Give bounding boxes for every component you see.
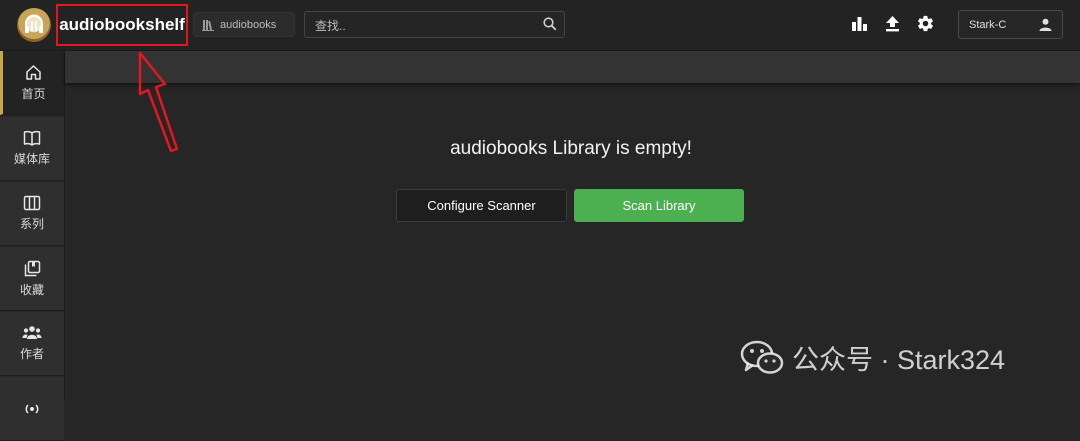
empty-library-message: audiobooks Library is empty! (450, 138, 692, 159)
wechat-icon (740, 340, 784, 374)
headphones-logo-icon (25, 15, 43, 33)
search-input[interactable] (313, 16, 537, 35)
sidebar-item-series[interactable]: 系列 (0, 182, 64, 246)
user-icon (1039, 18, 1052, 31)
sidebar-item-label: 系列 (19, 217, 44, 231)
scan-library-button[interactable]: Scan Library (574, 189, 744, 222)
watermark-text: 公众号 · Stark324 (792, 345, 1006, 375)
home-icon (26, 64, 41, 80)
search-box (304, 11, 565, 38)
sidebar: 首页 媒体库 系列 收藏 作者 (0, 51, 65, 441)
app-title[interactable]: audiobookshelf (56, 4, 188, 46)
app-logo[interactable] (17, 8, 51, 42)
sidebar-item-authors[interactable]: 作者 (0, 312, 64, 376)
library-select[interactable]: audiobooks (193, 12, 295, 37)
sidebar-item-label: 首页 (21, 86, 46, 101)
configure-scanner-button[interactable]: Configure Scanner (396, 189, 567, 222)
podcast-icon (25, 403, 39, 414)
sidebar-item-home[interactable]: 首页 (0, 51, 64, 115)
sidebar-item-library[interactable]: 媒体库 (0, 117, 64, 181)
sidebar-item-label: 媒体库 (13, 152, 50, 166)
sidebar-item-more[interactable] (0, 377, 64, 441)
library-select-label: audiobooks (220, 18, 277, 31)
stats-icon[interactable] (851, 15, 868, 32)
search-icon[interactable] (543, 17, 557, 31)
library-icon (202, 19, 214, 31)
sidebar-item-collections[interactable]: 收藏 (0, 247, 64, 311)
toolbar-strip (65, 51, 1080, 83)
sidebar-item-label: 收藏 (19, 282, 44, 297)
user-name: Stark-C (969, 19, 1007, 31)
watermark: 公众号 · Stark324 (740, 338, 1005, 377)
columns-icon (23, 195, 41, 211)
annotation-arrow-icon (138, 51, 179, 153)
people-icon (22, 326, 42, 339)
collection-icon (24, 260, 40, 276)
sidebar-item-label: 作者 (19, 347, 44, 361)
book-open-icon (23, 130, 41, 146)
upload-icon[interactable] (884, 15, 901, 32)
user-menu-button[interactable]: Stark-C (958, 10, 1063, 39)
top-bar: audiobookshelf audiobooks Stark-C (0, 0, 1080, 51)
settings-gear-icon[interactable] (916, 14, 935, 33)
